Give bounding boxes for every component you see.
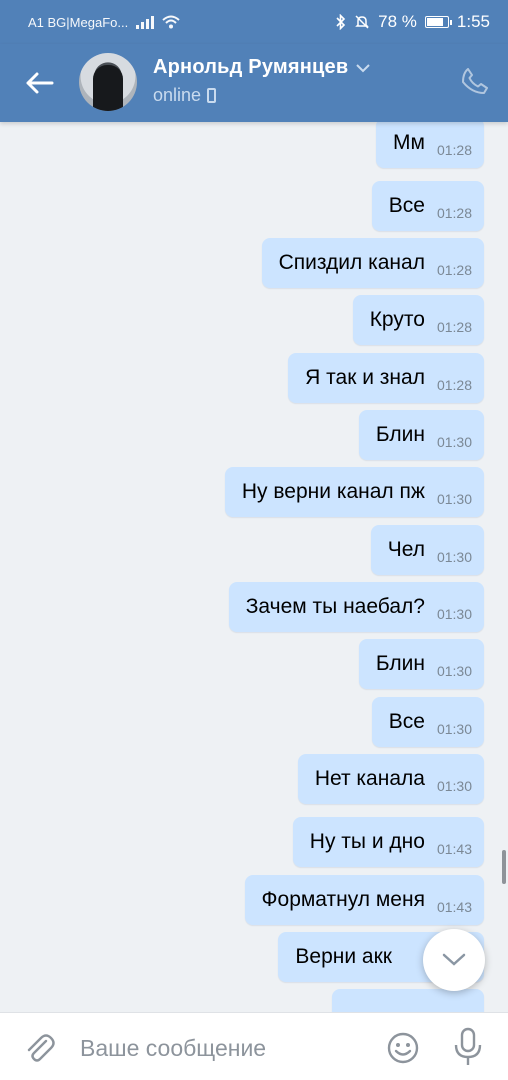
message-time: 01:28: [436, 319, 472, 335]
message-bubble[interactable]: Я так и знал 01:28: [288, 353, 484, 403]
message-bubble[interactable]: Спиздил канал 01:28: [261, 238, 484, 288]
back-arrow-icon[interactable]: [22, 66, 56, 100]
message-text: Я так и знал: [305, 366, 425, 389]
message-text: Спиздил канал: [278, 251, 425, 274]
message-text: Блин: [375, 423, 425, 446]
chevron-down-icon: [442, 953, 466, 966]
message-composer: [0, 1012, 508, 1080]
mute-icon: [355, 15, 369, 29]
message-text: Чел: [387, 538, 425, 561]
bluetooth-icon: [336, 14, 346, 30]
presence-status: online: [153, 85, 217, 106]
scroll-down-button[interactable]: [423, 929, 485, 991]
message-time: 01:30: [436, 434, 472, 450]
message-time: 01:30: [436, 721, 472, 737]
message-text: Ну верни канал пж: [241, 480, 425, 503]
message-bubble[interactable]: Зачем ты наебал? 01:30: [228, 582, 484, 632]
contact-name[interactable]: Арнольд Румянцев: [153, 56, 348, 79]
message-bubble[interactable]: Круто 01:28: [352, 295, 484, 345]
chevron-down-icon[interactable]: [356, 63, 371, 73]
message-list[interactable]: Мм 01:28 Все 01:28 Спиздил канал 01:28 Крут…: [0, 122, 508, 1012]
message-text: Зачем ты наебал?: [245, 595, 425, 618]
wifi-icon: [162, 15, 180, 29]
message-time: 01:30: [436, 663, 472, 679]
message-time: 01:28: [436, 262, 472, 278]
message-text: Нет канала: [314, 767, 425, 790]
battery-percent: 78 %: [378, 12, 417, 31]
message-text: Блин: [375, 652, 425, 675]
scrollbar[interactable]: [502, 850, 506, 884]
status-text: online: [153, 85, 202, 105]
message-text: Все: [388, 194, 425, 217]
message-time: 01:28: [436, 377, 472, 393]
avatar[interactable]: [79, 53, 137, 111]
message-bubble-partial[interactable]: [332, 989, 484, 1012]
phone-call-icon[interactable]: [460, 66, 490, 96]
status-bar: A1 BG|MegaFo... 78 % 1:55: [0, 0, 508, 44]
message-bubble[interactable]: Блин 01:30: [358, 410, 484, 460]
microphone-icon[interactable]: [453, 1027, 483, 1067]
message-bubble[interactable]: Чел 01:30: [370, 525, 484, 575]
message-time: 01:30: [436, 778, 472, 794]
battery-icon: [424, 16, 452, 28]
message-time: 01:43: [436, 841, 472, 857]
message-text: Круто: [369, 308, 425, 331]
message-bubble[interactable]: Ну верни канал пж 01:30: [224, 467, 484, 517]
message-text: Ну ты и дно: [309, 830, 425, 853]
paperclip-icon[interactable]: [22, 1031, 56, 1065]
message-text: Форматнул меня: [261, 888, 425, 911]
message-text: Все: [388, 710, 425, 733]
message-bubble[interactable]: Все 01:28: [371, 181, 484, 231]
chat-header: Арнольд Румянцев online: [0, 44, 508, 122]
message-bubble[interactable]: Все 01:30: [371, 697, 484, 747]
message-bubble[interactable]: Нет канала 01:30: [297, 754, 484, 804]
emoji-icon[interactable]: [386, 1031, 420, 1065]
contact-name-row[interactable]: Арнольд Румянцев: [153, 56, 371, 79]
message-time: 01:30: [436, 491, 472, 507]
message-bubble[interactable]: Блин 01:30: [358, 639, 484, 689]
message-time: 01:28: [436, 205, 472, 221]
carrier-label: A1 BG|MegaFo...: [28, 14, 129, 30]
message-time: 01:43: [436, 899, 472, 915]
clock: 1:55: [456, 12, 490, 31]
message-bubble[interactable]: Форматнул меня 01:43: [244, 875, 484, 925]
message-bubble[interactable]: Ну ты и дно 01:43: [292, 817, 484, 867]
message-time: 01:30: [436, 606, 472, 622]
message-text: Верни акк: [295, 945, 392, 968]
message-input[interactable]: [80, 1033, 370, 1063]
mobile-device-icon: [207, 88, 217, 103]
message-time: 01:28: [436, 142, 472, 158]
message-time: 01:30: [436, 549, 472, 565]
signal-icon: [136, 15, 155, 29]
message-text: Мм: [393, 131, 425, 154]
message-bubble[interactable]: Мм 01:28: [376, 122, 484, 168]
